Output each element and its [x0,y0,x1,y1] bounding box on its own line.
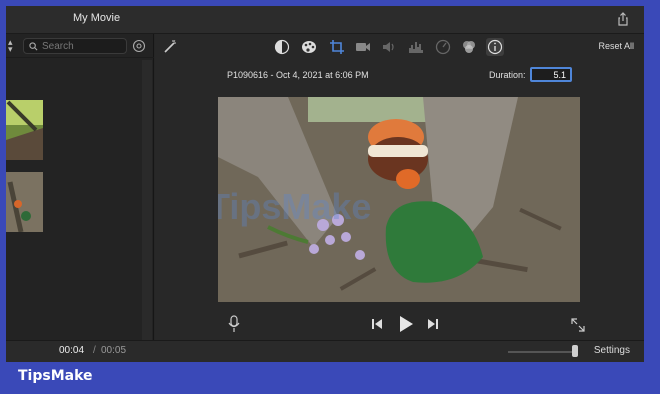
magic-wand-icon[interactable] [161,38,179,56]
app-window: My Movie ▴ ▾ Search Reset All P1090616 -… [6,6,644,362]
color-balance-icon[interactable] [273,38,291,56]
crop-icon[interactable] [328,38,346,56]
preview-frame-image: TipsMake [218,97,580,302]
color-correction-icon[interactable] [300,38,318,56]
timeline-bar: 00:04 / 00:05 Settings [6,340,644,362]
watermark-text: TipsMake [218,186,371,227]
search-icon [29,42,38,51]
volume-icon[interactable] [380,38,398,56]
time-separator: / [93,345,96,356]
speed-icon[interactable] [434,38,452,56]
window-title: My Movie [73,12,121,24]
library-scrollbar[interactable] [142,60,152,340]
clip-title: P1090616 - Oct 4, 2021 at 6:06 PM [227,70,369,80]
title-bar: My Movie [6,6,644,34]
settings-button[interactable]: Settings [594,345,630,356]
search-input[interactable] [42,40,122,52]
clip-filter-icon[interactable] [460,38,478,56]
info-icon [487,39,503,55]
current-time: 00:04 [59,345,85,356]
thumbnail-image [6,100,43,160]
info-button[interactable] [486,38,504,56]
clip-thumbnail[interactable] [6,100,43,160]
filter-gear-icon[interactable] [132,39,146,53]
sort-stepper-icon[interactable]: ▴ ▾ [8,38,18,54]
microphone-icon[interactable] [227,315,241,333]
zoom-slider-knob[interactable] [572,345,578,357]
search-field[interactable] [23,38,127,54]
library-pane: ▴ ▾ [6,34,154,340]
clip-thumbnail[interactable] [6,172,43,232]
skip-forward-icon[interactable] [426,317,440,331]
video-preview[interactable]: TipsMake [218,97,580,302]
play-icon[interactable] [397,314,415,334]
reset-all-button[interactable]: Reset All [598,41,634,51]
fullscreen-icon[interactable] [570,317,586,333]
zoom-slider[interactable] [508,351,576,353]
share-icon[interactable] [616,12,630,26]
stabilization-icon[interactable] [354,38,372,56]
total-time: 00:05 [101,345,127,356]
noise-reduction-icon[interactable] [407,38,425,56]
skip-back-icon[interactable] [370,317,384,331]
thumbnail-image [6,172,43,232]
viewer-pane: Reset All P1090616 - Oct 4, 2021 at 6:06… [155,34,644,340]
duration-label: Duration: [489,70,526,80]
library-toolbar: ▴ ▾ [6,34,154,58]
duration-field[interactable]: 5.1 [530,67,572,82]
adjustment-toolbar: Reset All [155,34,644,60]
brand-watermark: TipsMake [18,368,93,384]
